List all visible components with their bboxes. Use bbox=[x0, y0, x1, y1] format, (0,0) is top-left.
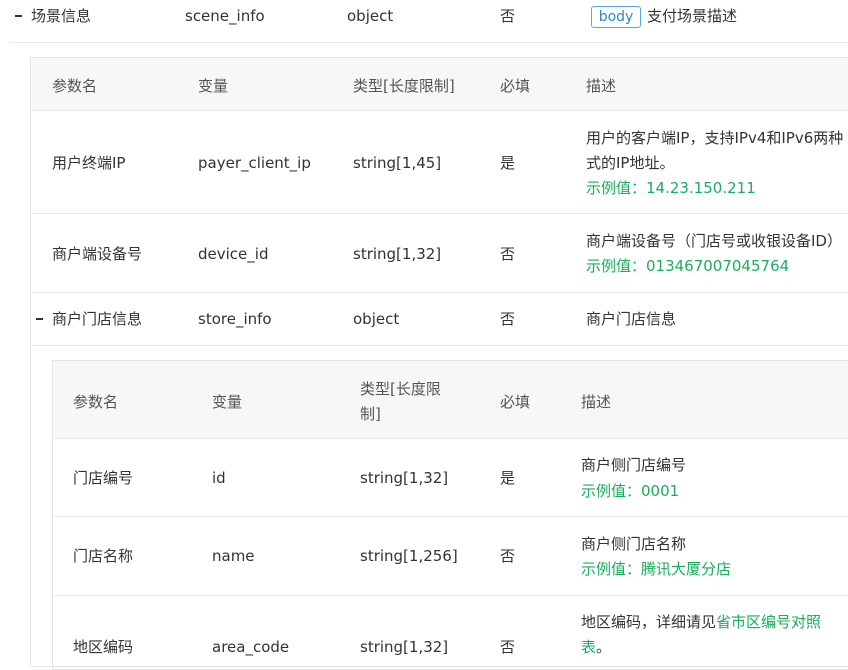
row-example: 示例值：0001 bbox=[581, 482, 680, 500]
header-type: 类型[长度限制] bbox=[353, 77, 455, 95]
header-variable: 变量 bbox=[198, 77, 229, 95]
header-name: 参数名 bbox=[52, 77, 98, 95]
row-name: 门店名称 bbox=[73, 547, 134, 565]
row-type: object bbox=[353, 310, 400, 328]
header-variable: 变量 bbox=[212, 393, 243, 411]
row-divider bbox=[10, 42, 848, 43]
param-required: 否 bbox=[500, 7, 516, 25]
row-example: 示例值：腾讯大厦分店 bbox=[581, 560, 732, 578]
row-required: 否 bbox=[500, 638, 516, 656]
desc-prefix: 地区编码，详细请见 bbox=[581, 613, 717, 631]
row-required: 否 bbox=[500, 245, 516, 263]
row-required: 是 bbox=[500, 154, 516, 172]
row-variable: id bbox=[212, 469, 226, 487]
header-required: 必填 bbox=[500, 393, 531, 411]
header-type: 类型[长度限 bbox=[360, 380, 441, 398]
desc-suffix: 。 bbox=[596, 638, 612, 656]
row-desc: 商户门店信息 bbox=[586, 310, 677, 328]
row-name: 商户端设备号 bbox=[52, 245, 143, 263]
row-desc: 商户侧门店编号 bbox=[581, 456, 687, 474]
row-divider bbox=[31, 110, 848, 111]
row-desc: 式的IP地址。 bbox=[586, 154, 675, 172]
header-type: 制] bbox=[360, 405, 381, 423]
row-type: string[1,32] bbox=[360, 638, 449, 656]
row-type: string[1,32] bbox=[353, 245, 442, 263]
row-example: 示例值：013467007045764 bbox=[586, 257, 790, 275]
collapse-icon[interactable] bbox=[15, 15, 22, 17]
row-divider bbox=[53, 595, 848, 596]
row-name: 门店编号 bbox=[73, 469, 134, 487]
row-desc: 表。 bbox=[581, 635, 611, 659]
header-desc: 描述 bbox=[586, 77, 617, 95]
row-type: string[1,256] bbox=[360, 547, 458, 565]
param-variable: scene_info bbox=[185, 7, 265, 25]
row-divider bbox=[53, 438, 848, 439]
row-required: 否 bbox=[500, 310, 516, 328]
row-variable: area_code bbox=[212, 638, 290, 656]
header-required: 必填 bbox=[500, 77, 531, 95]
area-code-link[interactable]: 省市区编号对照 bbox=[716, 613, 821, 631]
row-divider bbox=[31, 213, 848, 214]
location-badge: body bbox=[591, 6, 641, 28]
row-divider bbox=[31, 345, 848, 346]
area-code-link[interactable]: 表 bbox=[581, 638, 596, 656]
row-variable: device_id bbox=[198, 245, 269, 263]
row-required: 否 bbox=[500, 547, 516, 565]
row-name: 用户终端IP bbox=[52, 154, 126, 172]
row-variable: store_info bbox=[198, 310, 272, 328]
row-required: 是 bbox=[500, 469, 516, 487]
row-desc: 用户的客户端IP，支持IPv4和IPv6两种 bbox=[586, 129, 844, 147]
header-name: 参数名 bbox=[73, 393, 119, 411]
header-desc: 描述 bbox=[581, 393, 612, 411]
param-type: object bbox=[347, 7, 394, 25]
row-name: 商户门店信息 bbox=[52, 310, 143, 328]
row-type: string[1,32] bbox=[360, 469, 449, 487]
row-variable: payer_client_ip bbox=[198, 154, 311, 172]
param-desc: 支付场景描述 bbox=[647, 7, 738, 25]
row-type: string[1,45] bbox=[353, 154, 442, 172]
row-desc: 商户侧门店名称 bbox=[581, 535, 687, 553]
row-divider bbox=[31, 292, 848, 293]
collapse-icon[interactable] bbox=[36, 318, 43, 320]
param-name: 场景信息 bbox=[31, 7, 92, 25]
row-desc: 地区编码，详细请见省市区编号对照 bbox=[581, 610, 821, 634]
row-desc: 商户端设备号（门店号或收银设备ID） bbox=[586, 232, 842, 250]
row-example: 示例值：14.23.150.211 bbox=[586, 179, 756, 197]
row-variable: name bbox=[212, 547, 255, 565]
row-divider bbox=[53, 516, 848, 517]
row-name: 地区编码 bbox=[73, 638, 134, 656]
sub-table-header bbox=[53, 361, 848, 438]
